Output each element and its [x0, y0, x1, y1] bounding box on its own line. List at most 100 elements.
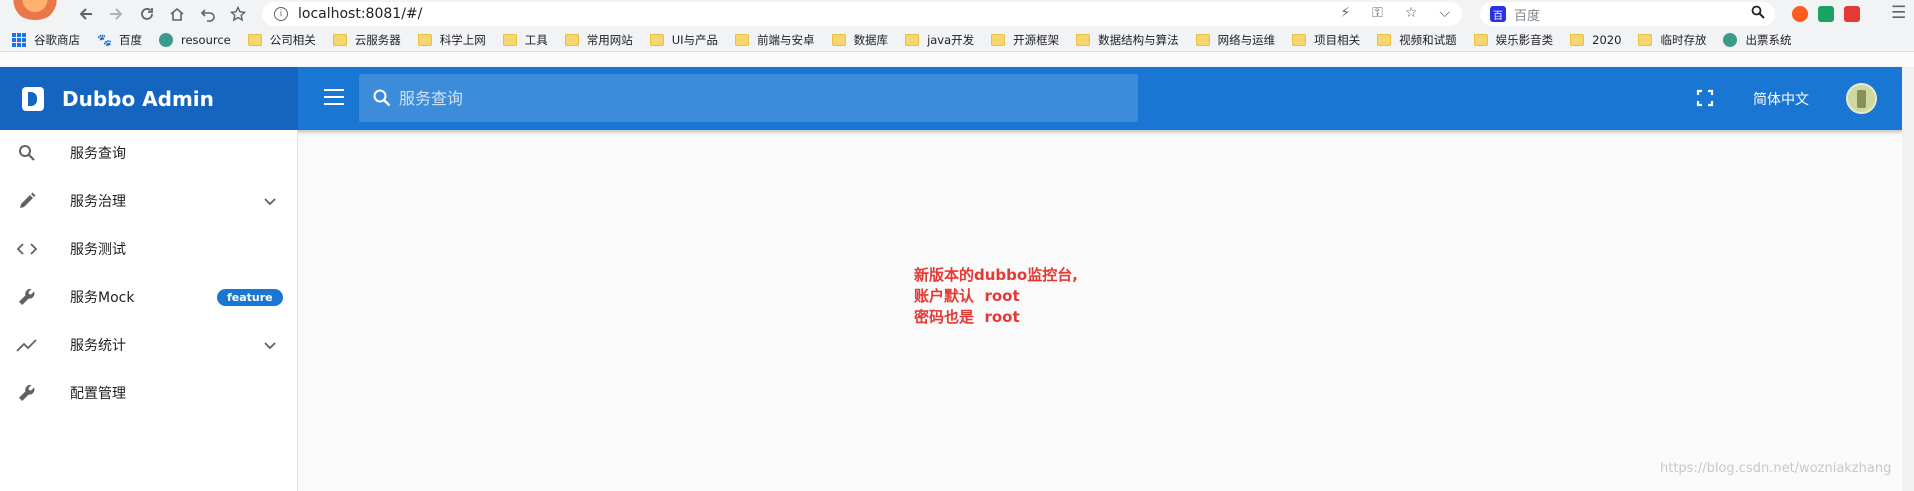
bookmark-folder[interactable]: 云服务器	[332, 32, 401, 48]
globe-icon	[1723, 32, 1738, 47]
bookmark-label: 科学上网	[439, 32, 486, 47]
folder-icon	[905, 33, 920, 46]
bookmark-folder[interactable]: 工具	[502, 32, 548, 48]
bookmark-folder[interactable]: 前端与安卓	[735, 32, 815, 48]
bookmark-label: 常用网站	[586, 32, 633, 47]
bookmark-label: 数据库	[853, 32, 889, 47]
bookmark-label: 开源框架	[1013, 32, 1060, 47]
browser-menu-icon[interactable]: ☰	[1891, 3, 1906, 23]
back-icon[interactable]	[76, 4, 96, 24]
sidebar-item-service-mock[interactable]: 服务Mock feature	[0, 277, 297, 317]
folder-icon	[1473, 33, 1488, 46]
bookmark-label: 视频和试题	[1399, 32, 1457, 47]
bookmark-label: resource	[181, 32, 231, 47]
extension-icon[interactable]	[1792, 6, 1808, 22]
sidebar-item-label: 服务查询	[70, 146, 126, 162]
bookmark-label: 数据结构与算法	[1098, 32, 1179, 47]
folder-icon	[1377, 33, 1392, 46]
bookmark-folder[interactable]: 常用网站	[564, 32, 633, 48]
bookmark-item[interactable]: resource	[159, 32, 231, 47]
browser-avatar-icon[interactable]	[12, 0, 58, 20]
bookmark-folder[interactable]: 网络与运维	[1195, 32, 1275, 48]
dubbo-logo-icon	[22, 86, 44, 111]
lightning-icon[interactable]: ⚡	[1340, 5, 1350, 21]
app-toolbar: Dubbo Admin 简体中文	[0, 67, 1902, 130]
feature-badge: feature	[217, 288, 283, 306]
sidebar-item-service-stats[interactable]: 服务统计	[0, 325, 297, 365]
browser-toolbar: i localhost:8081/#/ ⚡ ⚿ ☆ ⌵ 百 百度 ☰	[0, 0, 1914, 28]
folder-icon	[831, 33, 846, 46]
brand-header: Dubbo Admin	[0, 67, 298, 130]
folder-icon	[1195, 33, 1210, 46]
page-scrollbar[interactable]	[1902, 67, 1914, 491]
bookmark-label: 公司相关	[269, 32, 316, 47]
bookmark-item[interactable]: 谷歌商店	[12, 32, 80, 48]
bookmark-label: 2020	[1592, 32, 1622, 47]
bookmark-star-icon[interactable]: ☆	[1405, 5, 1418, 21]
service-search-box[interactable]	[359, 74, 1138, 122]
bookmark-label: 出票系统	[1745, 32, 1792, 47]
star-icon[interactable]	[228, 4, 248, 24]
bookmark-label: 云服务器	[354, 32, 401, 47]
url-text: localhost:8081/#/	[298, 6, 423, 22]
folder-icon	[735, 33, 750, 46]
bookmark-label: 谷歌商店	[34, 32, 80, 47]
chevron-down-icon[interactable]: ⌵	[1439, 5, 1450, 21]
bookmarks-bar: 谷歌商店 🐾 百度 resource 公司相关 云服务器 科学上网 工具 常用网…	[0, 28, 1914, 52]
fullscreen-icon[interactable]	[1696, 89, 1714, 107]
folder-icon	[1292, 33, 1307, 46]
bookmark-folder[interactable]: UI与产品	[649, 32, 718, 48]
undo-icon[interactable]	[198, 4, 218, 24]
bookmark-folder[interactable]: 数据结构与算法	[1076, 32, 1179, 48]
language-switch[interactable]: 简体中文	[1753, 89, 1809, 109]
bookmark-folder[interactable]: 娱乐影音类	[1473, 32, 1553, 48]
chevron-down-icon[interactable]	[262, 337, 278, 353]
chevron-down-icon[interactable]	[262, 193, 278, 209]
key-icon[interactable]: ⚿	[1372, 5, 1383, 21]
search-icon[interactable]	[1751, 5, 1765, 23]
folder-icon	[247, 33, 262, 46]
bookmark-label: java开发	[927, 32, 975, 47]
baidu-icon: 百	[1490, 6, 1506, 22]
bookmark-folder[interactable]: 视频和试题	[1377, 32, 1457, 48]
sidebar-item-service-search[interactable]: 服务查询	[0, 133, 297, 173]
watermark: https://blog.csdn.net/wozniakzhang	[1660, 461, 1892, 476]
bookmark-label: 项目相关	[1314, 32, 1361, 47]
sidebar: 服务查询 服务治理 服务测试 服务Mock feature 服务统计 配置管理	[0, 130, 298, 491]
sidebar-item-config-management[interactable]: 配置管理	[0, 373, 297, 413]
bookmark-folder[interactable]: 项目相关	[1292, 32, 1360, 48]
reload-icon[interactable]	[137, 4, 157, 24]
globe-icon	[159, 32, 173, 47]
bookmark-folder[interactable]: 2020	[1570, 33, 1621, 47]
sidebar-item-service-test[interactable]: 服务测试	[0, 229, 297, 269]
bookmark-folder[interactable]: java开发	[905, 32, 974, 48]
bookmark-folder[interactable]: 公司相关	[247, 32, 316, 48]
wrench-icon	[16, 382, 38, 404]
folder-icon	[1570, 33, 1585, 46]
annotation-line: 密码也是 root	[914, 308, 1020, 326]
bookmark-folder[interactable]: 数据库	[831, 32, 889, 48]
bookmark-item[interactable]: 🐾 百度	[97, 32, 142, 48]
bookmark-folder[interactable]: 开源框架	[991, 32, 1059, 48]
bookmark-label: 百度	[119, 32, 142, 47]
forward-icon[interactable]	[106, 4, 126, 24]
browser-search-placeholder: 百度	[1514, 8, 1541, 24]
sidebar-item-label: 服务治理	[70, 194, 126, 210]
browser-search-box[interactable]: 百 百度	[1480, 2, 1775, 26]
wrench-icon	[16, 286, 38, 308]
site-info-icon[interactable]: i	[274, 7, 288, 21]
folder-icon	[417, 33, 432, 46]
home-icon[interactable]	[167, 4, 187, 24]
extension-icon[interactable]	[1818, 6, 1834, 22]
bookmark-folder[interactable]: 科学上网	[417, 32, 486, 48]
bookmark-folder[interactable]: 临时存放	[1638, 32, 1706, 48]
user-avatar[interactable]	[1846, 83, 1877, 114]
menu-toggle-icon[interactable]	[324, 89, 344, 105]
baidu-paw-icon: 🐾	[97, 32, 112, 47]
pdf-extension-icon[interactable]	[1844, 6, 1860, 22]
service-search-input[interactable]	[399, 88, 1099, 108]
bookmark-item[interactable]: 出票系统	[1723, 32, 1791, 48]
folder-icon	[332, 33, 347, 46]
sidebar-item-service-governance[interactable]: 服务治理	[0, 181, 297, 221]
address-bar[interactable]: i localhost:8081/#/ ⚡ ⚿ ☆ ⌵	[262, 2, 1462, 26]
